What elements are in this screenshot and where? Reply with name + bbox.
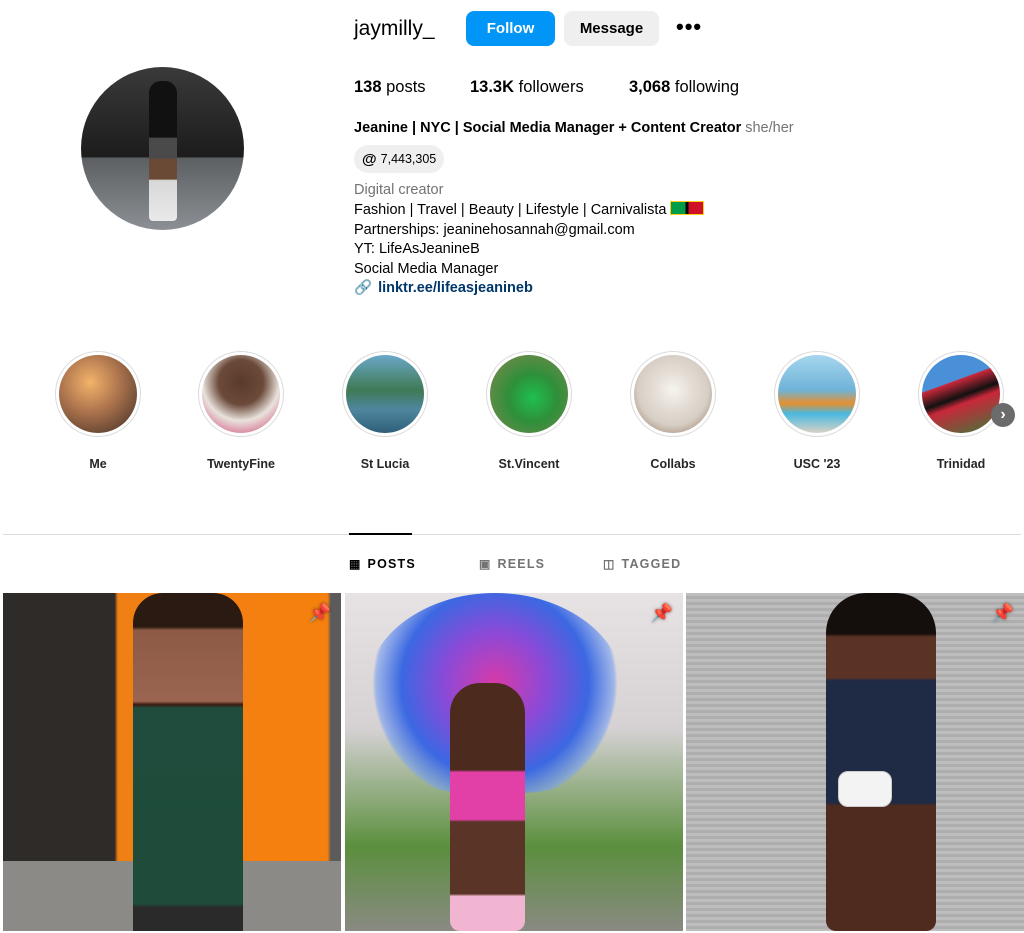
highlight-label: St Lucia <box>360 457 410 471</box>
tab-label: REELS <box>497 557 546 571</box>
threads-icon: @ <box>362 150 377 168</box>
pin-icon: 📌 <box>650 603 673 623</box>
highlight-cover <box>778 355 856 433</box>
more-options-icon[interactable]: ••• <box>676 14 702 40</box>
posts-label: posts <box>381 78 426 96</box>
highlight-cover <box>202 355 280 433</box>
tab-reels[interactable]: ▣ REELS <box>479 557 545 571</box>
following-label: following <box>670 78 740 96</box>
flag-icon <box>670 201 705 215</box>
posts-count: 138 <box>354 78 382 96</box>
tabs-divider <box>3 534 1021 535</box>
highlight-me[interactable]: Me <box>52 351 144 471</box>
full-name-text: Jeanine | NYC | Social Media Manager + C… <box>354 120 742 136</box>
threads-badge[interactable]: @ 7,443,305 <box>354 145 445 173</box>
highlight-label: Trinidad <box>936 457 986 471</box>
chevron-right-icon[interactable]: › <box>991 403 1015 427</box>
active-tab-indicator <box>349 533 412 535</box>
tab-tagged[interactable]: ◫ TAGGED <box>603 557 681 571</box>
following-count: 3,068 <box>629 78 671 96</box>
highlight-ring <box>918 351 1004 437</box>
highlight-ring <box>486 351 572 437</box>
bio-line-1: Fashion | Travel | Beauty | Lifestyle | … <box>354 201 705 221</box>
link-icon: 🔗 <box>354 280 373 296</box>
tab-posts[interactable]: ▦ POSTS <box>349 557 416 571</box>
reels-icon: ▣ <box>479 557 492 571</box>
post-tile[interactable]: 📌 <box>686 593 1024 931</box>
pin-icon: 📌 <box>991 603 1014 623</box>
highlight-label: St.Vincent <box>498 457 560 471</box>
highlight-st-lucia[interactable]: St Lucia <box>339 351 431 471</box>
posts-count-stat: 138 posts <box>354 78 426 97</box>
highlight-cover <box>346 355 424 433</box>
pronouns: she/her <box>745 120 794 136</box>
highlight-ring <box>55 351 141 437</box>
followers-label: followers <box>514 78 584 96</box>
follow-button[interactable]: Follow <box>466 11 555 46</box>
highlight-label: Collabs <box>650 457 696 471</box>
post-photo-bag <box>838 771 892 807</box>
bio-line-3: YT: LifeAsJeanineB <box>354 241 480 257</box>
highlight-label: Me <box>89 457 107 471</box>
highlight-cover <box>490 355 568 433</box>
highlight-usc-23[interactable]: USC '23 <box>771 351 863 471</box>
following-stat[interactable]: 3,068 following <box>629 78 739 97</box>
highlight-twentyfine[interactable]: TwentyFine <box>195 351 287 471</box>
post-photo-figure <box>133 593 243 931</box>
highlight-cover <box>922 355 1000 433</box>
post-tile[interactable]: 📌 <box>345 593 683 931</box>
highlight-label: TwentyFine <box>207 457 275 471</box>
highlight-ring <box>198 351 284 437</box>
profile-link-text[interactable]: linktr.ee/lifeasjeanineb <box>378 280 533 296</box>
highlight-ring <box>630 351 716 437</box>
full-name: Jeanine | NYC | Social Media Manager + C… <box>354 120 794 136</box>
highlight-cover <box>59 355 137 433</box>
bio-text: Fashion | Travel | Beauty | Lifestyle | … <box>354 202 667 218</box>
tab-label: POSTS <box>367 557 416 571</box>
highlight-ring <box>342 351 428 437</box>
followers-count: 13.3K <box>470 78 515 96</box>
profile-link[interactable]: 🔗 linktr.ee/lifeasjeanineb <box>354 279 533 297</box>
post-photo-figure <box>826 593 936 931</box>
highlight-ring <box>774 351 860 437</box>
username: jaymilly_ <box>354 17 435 40</box>
pin-icon: 📌 <box>308 603 331 623</box>
bio-line-4: Social Media Manager <box>354 261 499 277</box>
highlight-cover <box>634 355 712 433</box>
post-tile[interactable]: 📌 <box>3 593 341 931</box>
post-photo-figure <box>450 683 525 931</box>
grid-icon: ▦ <box>349 557 362 571</box>
avatar-photo-figure <box>149 81 177 221</box>
profile-avatar[interactable] <box>81 67 244 230</box>
tagged-icon: ◫ <box>603 557 616 571</box>
tab-label: TAGGED <box>621 557 682 571</box>
highlight-st-vincent[interactable]: St.Vincent <box>483 351 575 471</box>
followers-stat[interactable]: 13.3K followers <box>470 78 584 97</box>
threads-count: 7,443,305 <box>380 152 437 166</box>
highlight-label: USC '23 <box>793 457 841 471</box>
category-label: Digital creator <box>354 182 444 198</box>
highlight-collabs[interactable]: Collabs <box>627 351 719 471</box>
bio-line-2: Partnerships: jeaninehosannah@gmail.com <box>354 222 635 238</box>
message-button[interactable]: Message <box>564 11 659 46</box>
